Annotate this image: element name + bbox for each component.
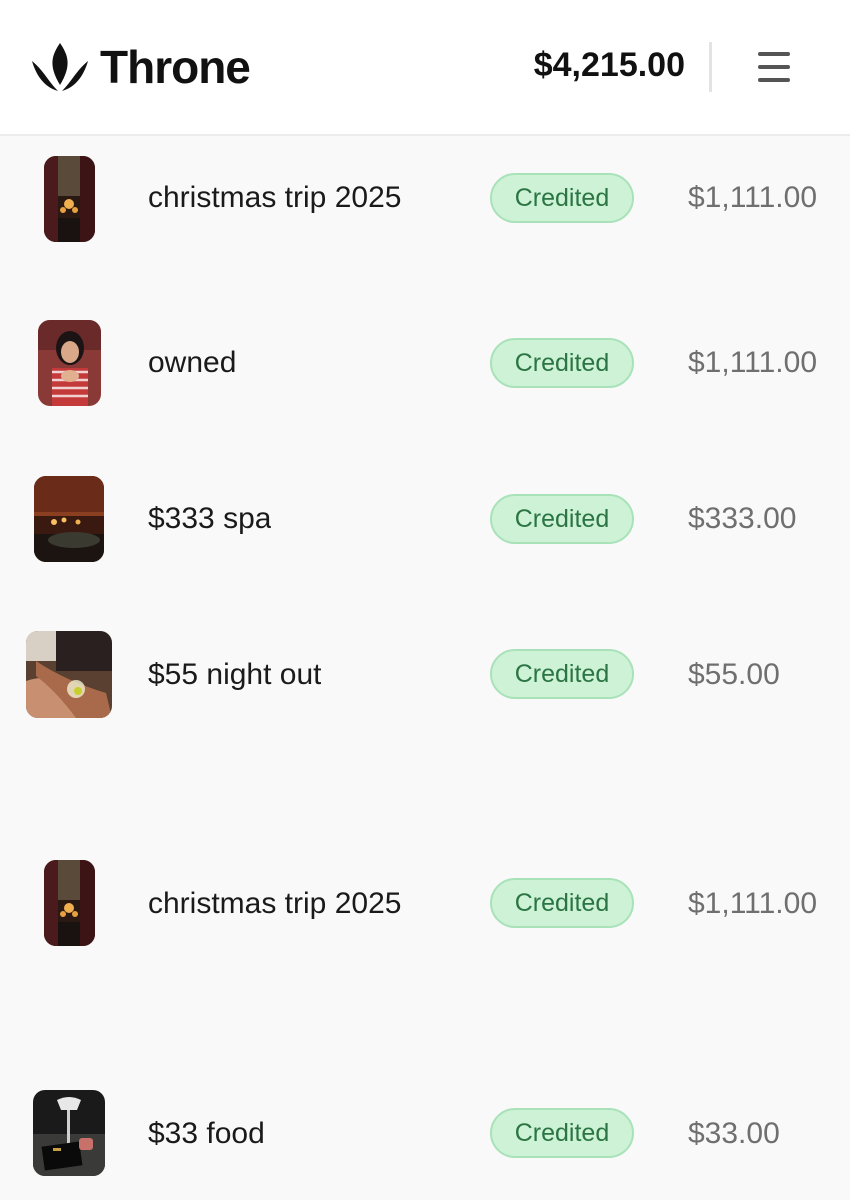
transaction-amount: $1,111.00 (688, 346, 818, 379)
transaction-amount: $1,111.00 (688, 887, 818, 920)
food-photo-thumbnail (33, 1090, 105, 1176)
list-item[interactable]: $333 spa Credited $333.00 (0, 469, 850, 569)
status-badge: Credited (490, 494, 634, 544)
brand-name: Throne (100, 41, 251, 93)
status-badge: Credited (490, 649, 634, 699)
night-out-photo-thumbnail (26, 631, 112, 718)
transaction-title: $55 night out (148, 658, 322, 691)
list-item[interactable]: $33 food Credited $33.00 (0, 1083, 850, 1183)
header-divider (709, 42, 712, 92)
transaction-title: christmas trip 2025 (148, 181, 402, 214)
menu-button[interactable] (754, 48, 798, 86)
status-badge: Credited (490, 338, 634, 388)
app-header: Throne $4,215.00 (0, 0, 850, 136)
status-badge: Credited (490, 173, 634, 223)
crown-flame-logo-icon (32, 43, 88, 91)
spa-photo-thumbnail (34, 476, 104, 562)
list-item[interactable]: $55 night out Credited $55.00 (0, 624, 850, 724)
brand-logo[interactable]: Throne (30, 40, 251, 94)
transaction-amount: $33.00 (688, 1117, 780, 1150)
list-item[interactable]: christmas trip 2025 Credited $1,111.00 (0, 853, 850, 953)
portrait-photo-thumbnail (38, 320, 101, 406)
transaction-amount: $333.00 (688, 502, 797, 535)
status-badge: Credited (490, 1108, 634, 1158)
transaction-title: $33 food (148, 1117, 265, 1150)
list-item[interactable]: christmas trip 2025 Credited $1,111.00 (0, 148, 850, 248)
transaction-title: owned (148, 346, 237, 379)
transaction-title: $333 spa (148, 502, 272, 535)
status-badge: Credited (490, 878, 634, 928)
christmas-photo-thumbnail (44, 860, 95, 946)
transaction-amount: $1,111.00 (688, 181, 818, 214)
transaction-amount: $55.00 (688, 658, 780, 691)
christmas-photo-thumbnail (44, 156, 95, 242)
account-balance: $4,215.00 (533, 46, 685, 84)
list-item[interactable]: owned Credited $1,111.00 (0, 313, 850, 413)
transaction-title: christmas trip 2025 (148, 887, 402, 920)
